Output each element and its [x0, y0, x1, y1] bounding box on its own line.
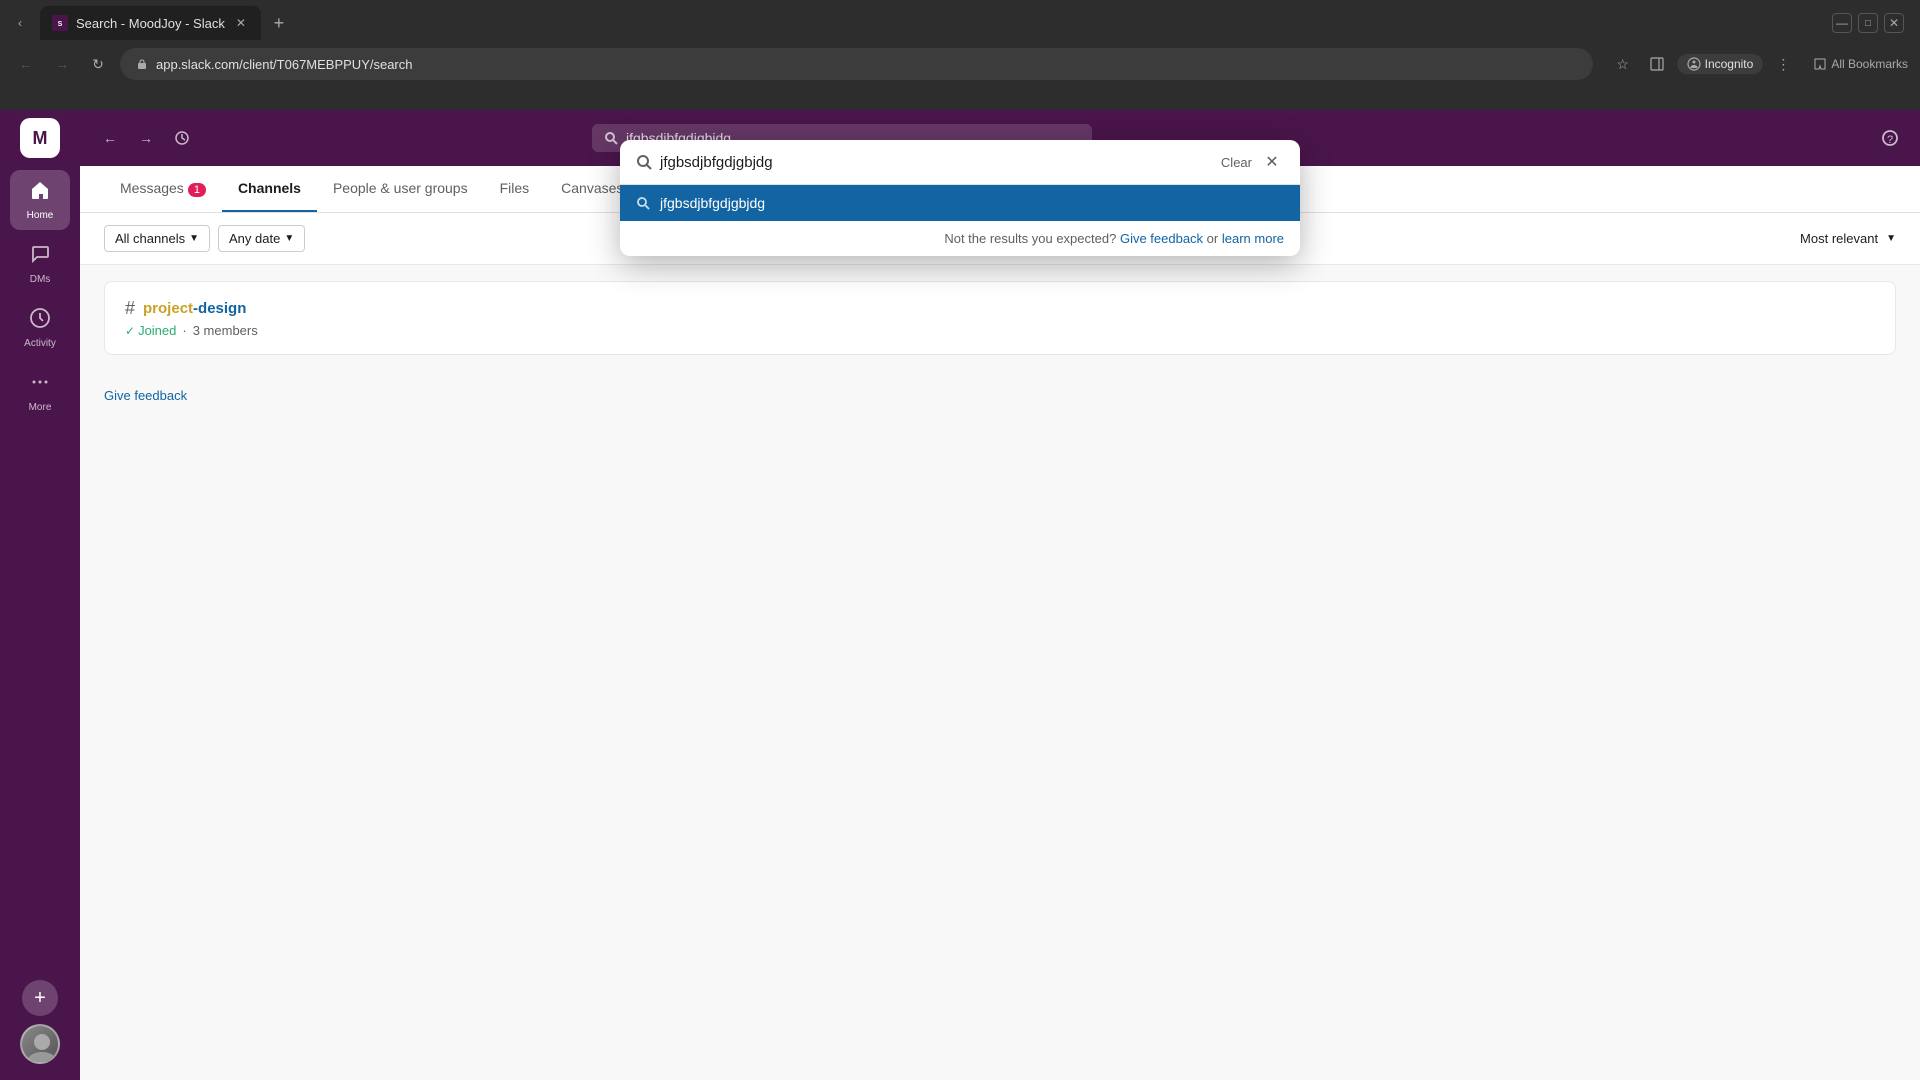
url-text: app.slack.com/client/T067MEBPPUY/search — [156, 57, 1577, 72]
nav-back-button[interactable]: ← — [96, 124, 124, 152]
incognito-badge[interactable]: Incognito — [1677, 54, 1764, 74]
help-button[interactable]: ? — [1876, 124, 1904, 152]
tab-title: Search - MoodJoy - Slack — [76, 16, 225, 31]
results-container: # project-design ✓ Joined · 3 members — [80, 265, 1920, 379]
search-results-area: Messages1 Channels People & user groups … — [80, 166, 1920, 1080]
joined-badge: ✓ Joined — [125, 323, 176, 338]
home-icon — [29, 179, 51, 207]
result-meta: ✓ Joined · 3 members — [125, 323, 1875, 338]
incognito-text: Incognito — [1705, 57, 1754, 71]
result-card-channel: # project-design ✓ Joined · 3 members — [104, 281, 1896, 355]
sidebar-bottom: + — [20, 980, 60, 1072]
toolbar-right: ☆ Incognito ⋮ — [1609, 50, 1798, 78]
side-panel-icon[interactable] — [1643, 50, 1671, 78]
chevron-down-icon: ▼ — [189, 233, 199, 244]
add-workspace-button[interactable]: + — [22, 980, 58, 1016]
dms-icon — [29, 243, 51, 271]
svg-text:S: S — [58, 21, 63, 28]
channel-name-link[interactable]: project-design — [143, 300, 246, 317]
search-input-value[interactable]: jfgbsdjbfgdjgbjdg — [660, 154, 1213, 171]
sidebar-item-activity[interactable]: Activity — [10, 298, 70, 358]
feedback-text: Not the results you expected? — [944, 231, 1116, 246]
channel-hash-icon: # — [125, 298, 135, 319]
sidebar: M Home DMs Activity More — [0, 110, 80, 1080]
tab-people[interactable]: People & user groups — [317, 166, 484, 212]
members-count: 3 members — [193, 323, 258, 338]
nav-history-button[interactable] — [168, 124, 196, 152]
meta-separator: · — [182, 323, 186, 338]
feedback-note: Not the results you expected? Give feedb… — [620, 221, 1300, 256]
sidebar-item-more[interactable]: More — [10, 362, 70, 422]
tab-close-btn[interactable]: ✕ — [233, 15, 249, 31]
give-feedback-modal-link[interactable]: Give feedback — [1120, 231, 1203, 246]
tab-channels[interactable]: Channels — [222, 166, 317, 212]
clear-button[interactable]: Clear — [1221, 155, 1252, 170]
lock-icon — [136, 58, 148, 70]
channel-name-highlight: project — [143, 300, 193, 317]
browser-chrome: ‹ S Search - MoodJoy - Slack ✕ + — □ ✕ ←… — [0, 0, 1920, 110]
extensions-icon[interactable]: ⋮ — [1769, 50, 1797, 78]
active-tab[interactable]: S Search - MoodJoy - Slack ✕ — [40, 6, 261, 40]
bookmark-star-icon[interactable]: ☆ — [1609, 50, 1637, 78]
new-tab-button[interactable]: + — [265, 9, 293, 37]
all-bookmarks-btn[interactable]: All Bookmarks — [1813, 57, 1908, 71]
date-filter-label: Any date — [229, 231, 280, 246]
browser-toolbar: ← → ↻ app.slack.com/client/T067MEBPPUY/s… — [0, 40, 1920, 88]
suggestion-item[interactable]: jfgbsdjbfgdjgbjdg — [620, 185, 1300, 221]
tab-favicon: S — [52, 15, 68, 31]
date-chevron-icon: ▼ — [284, 233, 294, 244]
window-minimize-btn[interactable]: — — [1832, 13, 1852, 33]
window-maximize-btn[interactable]: □ — [1858, 13, 1878, 33]
learn-more-link[interactable]: learn more — [1222, 231, 1284, 246]
search-icon-top — [604, 131, 618, 145]
back-button[interactable]: ← — [12, 50, 40, 78]
address-bar[interactable]: app.slack.com/client/T067MEBPPUY/search — [120, 48, 1593, 80]
sidebar-item-dms[interactable]: DMs — [10, 234, 70, 294]
sort-dropdown[interactable]: Most relevant ▼ — [1800, 231, 1896, 246]
suggestion-text: jfgbsdjbfgdjgbjdg — [660, 195, 765, 211]
close-modal-button[interactable]: ✕ — [1260, 150, 1284, 174]
search-modal: jfgbsdjbfgdjgbjdg Clear ✕ jfgbsdjbfgdjgb… — [620, 140, 1300, 256]
dms-label: DMs — [30, 274, 51, 285]
sort-label: Most relevant — [1800, 231, 1878, 246]
search-icon-modal — [636, 154, 652, 170]
give-feedback-link[interactable]: Give feedback — [104, 388, 187, 403]
tab-messages[interactable]: Messages1 — [104, 166, 222, 212]
svg-text:?: ? — [1887, 134, 1893, 146]
activity-icon — [29, 307, 51, 335]
all-bookmarks-label: All Bookmarks — [1831, 57, 1908, 71]
window-close-btn[interactable]: ✕ — [1884, 13, 1904, 33]
joined-label: Joined — [138, 323, 176, 338]
checkmark-icon: ✓ — [125, 324, 135, 338]
result-card-header: # project-design — [125, 298, 1875, 319]
top-right-controls: ? — [1876, 124, 1904, 152]
activity-label: Activity — [24, 338, 56, 349]
user-avatar[interactable] — [20, 1024, 60, 1064]
tab-nav-back[interactable]: ‹ — [8, 11, 32, 35]
date-filter[interactable]: Any date ▼ — [218, 225, 305, 252]
more-label: More — [29, 402, 52, 413]
suggestion-search-icon — [636, 196, 650, 210]
more-icon — [29, 371, 51, 399]
channel-name-suffix: -design — [193, 300, 246, 317]
channels-filter[interactable]: All channels ▼ — [104, 225, 210, 252]
sidebar-item-home[interactable]: Home — [10, 170, 70, 230]
sort-chevron-icon: ▼ — [1886, 233, 1896, 244]
tab-files[interactable]: Files — [484, 166, 546, 212]
home-label: Home — [27, 210, 54, 221]
search-input-row: jfgbsdjbfgdjgbjdg Clear ✕ — [620, 140, 1300, 185]
refresh-button[interactable]: ↻ — [84, 50, 112, 78]
forward-button[interactable]: → — [48, 50, 76, 78]
workspace-avatar[interactable]: M — [20, 118, 60, 158]
give-feedback-section: Give feedback — [80, 379, 1920, 413]
channels-filter-label: All channels — [115, 231, 185, 246]
nav-forward-button[interactable]: → — [132, 124, 160, 152]
